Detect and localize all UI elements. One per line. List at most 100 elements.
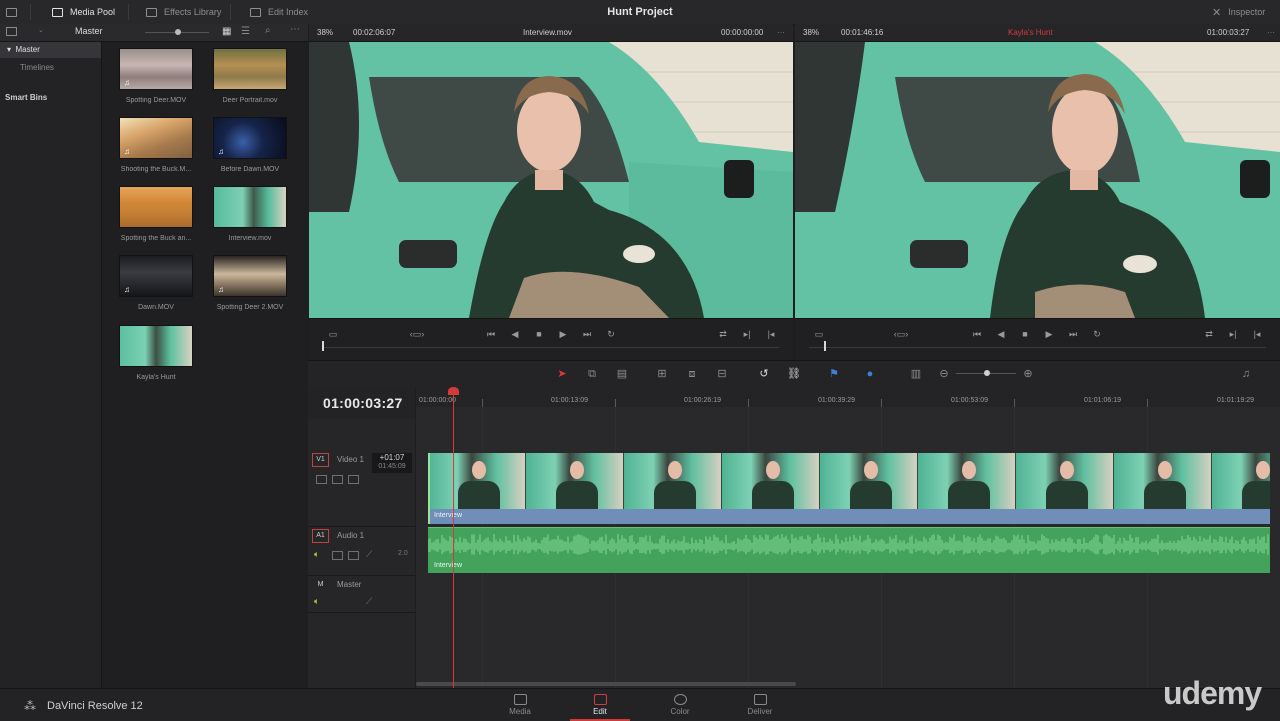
audio-meter-icon[interactable]: ♫	[1238, 367, 1254, 381]
linked-selection-icon[interactable]: ⛓	[786, 367, 802, 381]
more-options-icon[interactable]: ⋯	[290, 24, 300, 35]
viewer-mode-icon[interactable]: ‹▭›	[889, 327, 913, 341]
zoom-in-icon[interactable]: ⊕	[1020, 367, 1036, 381]
enable-track-icon[interactable]	[348, 475, 359, 484]
grid-view-icon[interactable]: ▦	[222, 26, 231, 37]
edit-index-tab[interactable]: Edit Index	[250, 0, 308, 24]
timeline-scrub-bar[interactable]	[809, 347, 1266, 348]
timeline-viewer-frame[interactable]	[795, 42, 1280, 318]
loop-icon[interactable]: ↻	[603, 327, 619, 341]
timeline-scrollbar[interactable]	[416, 682, 796, 686]
sidebar-section-smart-bins[interactable]: Smart Bins	[0, 90, 101, 106]
timeline-playhead[interactable]	[448, 387, 459, 688]
timeline-scrub-playhead[interactable]	[824, 341, 826, 351]
bin-selector[interactable]: Master	[75, 26, 103, 36]
track-badge[interactable]: V1	[312, 453, 329, 467]
source-scrub-bar[interactable]	[323, 347, 779, 348]
play-reverse-icon[interactable]: ◀	[507, 327, 523, 341]
track-badge[interactable]: A1	[312, 529, 329, 543]
auto-select-icon[interactable]	[348, 551, 359, 560]
clip-item[interactable]: ♫ Shooting the Buck.M...	[108, 117, 204, 173]
selection-tool-icon[interactable]: ➤	[554, 367, 570, 381]
play-icon[interactable]: ▶	[555, 327, 571, 341]
jump-to-end-icon[interactable]: ⏭	[1065, 327, 1081, 341]
sidebar-item-master[interactable]: ▾ Master	[0, 42, 101, 58]
zoom-slider-knob[interactable]	[984, 370, 990, 376]
playhead-handle[interactable]	[448, 387, 459, 395]
timeline-zoom[interactable]: 38%	[803, 24, 819, 41]
pan-icon[interactable]: ⟋	[366, 549, 372, 560]
stop-icon[interactable]: ■	[1017, 327, 1033, 341]
more-options-icon[interactable]: ⋯	[777, 24, 785, 41]
auto-select-icon[interactable]	[332, 475, 343, 484]
match-frame-icon[interactable]: ⇄	[1201, 327, 1217, 341]
viewer-mode-icon[interactable]: ‹▭›	[405, 327, 429, 341]
jump-to-start-icon[interactable]: ⏮	[483, 327, 499, 341]
inspector-tab[interactable]: ✕ Inspector	[1212, 0, 1265, 24]
insert-clip-icon[interactable]: ⊞	[654, 367, 670, 381]
play-icon[interactable]: ▶	[1041, 327, 1057, 341]
mark-in-icon[interactable]: ▸|	[739, 327, 755, 341]
page-deliver[interactable]: Deliver	[730, 689, 790, 721]
lock-track-icon[interactable]	[332, 551, 343, 560]
slider-knob[interactable]	[175, 29, 181, 35]
flag-icon[interactable]: ⚑	[826, 367, 842, 381]
timeline-tracks-area[interactable]: Interview Interview	[416, 387, 1280, 688]
mark-in-icon[interactable]: ▸|	[1225, 327, 1241, 341]
clip-item[interactable]: ♫ Dawn.MOV	[108, 255, 204, 311]
clip-item[interactable]: ♫ Before Dawn.MOV	[202, 117, 298, 173]
jump-to-end-icon[interactable]: ⏭	[579, 327, 595, 341]
page-edit[interactable]: Edit	[570, 689, 630, 721]
clip-item[interactable]: Spotting the Buck an...	[108, 186, 204, 242]
sidebar-toggle-icon[interactable]	[6, 27, 17, 36]
clip-item[interactable]: Kayla's Hunt	[108, 325, 204, 381]
replace-clip-icon[interactable]: ⊟	[714, 367, 730, 381]
pan-icon[interactable]: ⟋	[366, 596, 372, 607]
jump-to-start-icon[interactable]: ⏮	[969, 327, 985, 341]
audio-clip-interview[interactable]: Interview	[428, 527, 1270, 573]
clip-item[interactable]: Deer Portrait.mov	[202, 48, 298, 104]
workspace-toggle-icon[interactable]	[6, 0, 17, 24]
source-zoom[interactable]: 38%	[317, 24, 333, 41]
track-name[interactable]: Master	[337, 578, 361, 592]
timeline-view-options-icon[interactable]: ▥	[908, 367, 924, 381]
list-view-icon[interactable]: ☰	[241, 26, 250, 37]
trim-edge-handle[interactable]	[428, 453, 430, 524]
page-media[interactable]: Media	[490, 689, 550, 721]
chevron-down-icon[interactable]: ⌄	[38, 26, 44, 34]
timeline-current-timecode[interactable]: 01:00:03:27	[323, 395, 403, 411]
media-pool-tab[interactable]: Media Pool	[52, 0, 115, 24]
speaker-icon[interactable]: 🔈︎	[314, 549, 319, 560]
track-name[interactable]: Video 1	[337, 453, 364, 467]
more-options-icon[interactable]: ⋯	[1267, 24, 1275, 41]
clip-display-icon[interactable]: ▭	[325, 327, 341, 341]
speaker-icon[interactable]: 🔈︎	[314, 596, 319, 607]
track-name[interactable]: Audio 1	[337, 529, 364, 543]
page-color[interactable]: Color	[650, 689, 710, 721]
search-icon[interactable]: ⌕	[265, 25, 271, 36]
marker-icon[interactable]: ●	[862, 367, 878, 381]
timeline-name-selector[interactable]: Kayla's Hunt	[1008, 24, 1053, 41]
loop-icon[interactable]: ↻	[1089, 327, 1105, 341]
mark-out-icon[interactable]: |◂	[1249, 327, 1265, 341]
clip-item[interactable]: ♫ Spotting Deer 2.MOV	[202, 255, 298, 311]
play-reverse-icon[interactable]: ◀	[993, 327, 1009, 341]
zoom-out-icon[interactable]: ⊖	[936, 367, 952, 381]
video-clip-interview[interactable]: Interview	[428, 453, 1270, 524]
trim-tool-icon[interactable]: ⧉	[584, 367, 600, 381]
lock-track-icon[interactable]	[316, 475, 327, 484]
stop-icon[interactable]: ■	[531, 327, 547, 341]
source-viewer-frame[interactable]	[309, 42, 793, 318]
mark-out-icon[interactable]: |◂	[763, 327, 779, 341]
effects-library-tab[interactable]: Effects Library	[146, 0, 221, 24]
timeline-ruler[interactable]: 01:00:00:00 01:00:13:09 01:00:26:19 01:0…	[416, 387, 1280, 407]
clip-item[interactable]: Interview.mov	[202, 186, 298, 242]
track-badge[interactable]: M	[312, 578, 329, 592]
source-scrub-playhead[interactable]	[322, 341, 324, 351]
clip-display-icon[interactable]: ▭	[811, 327, 827, 341]
overwrite-clip-icon[interactable]: ⧈	[684, 367, 700, 381]
snapping-icon[interactable]: ↺	[756, 367, 772, 381]
sidebar-item-timelines[interactable]: Timelines	[0, 60, 101, 76]
clip-item[interactable]: ♫ Spotting Deer.MOV	[108, 48, 204, 104]
blade-tool-icon[interactable]: ▤	[614, 367, 630, 381]
